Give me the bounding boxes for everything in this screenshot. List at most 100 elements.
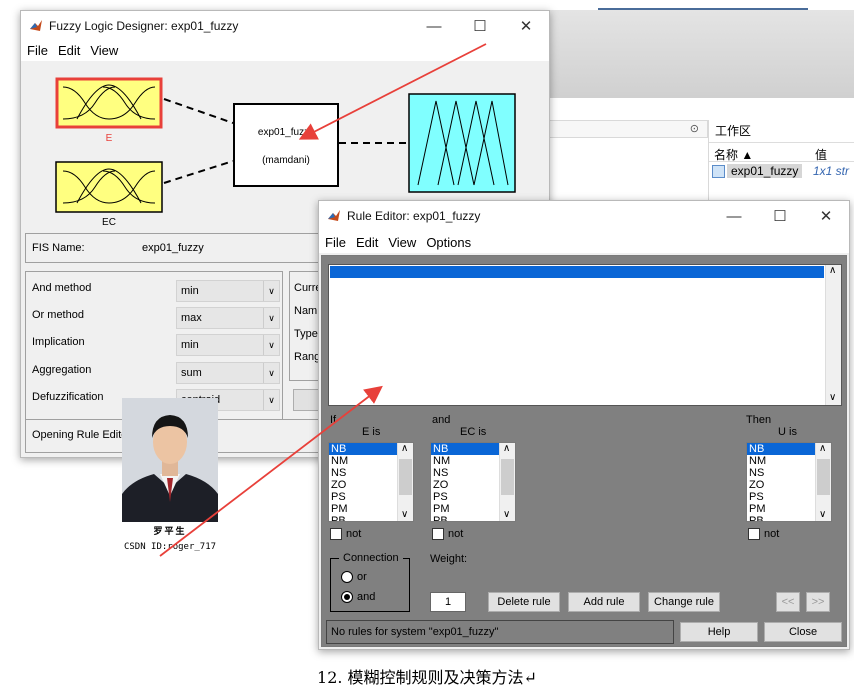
menu-view[interactable]: View bbox=[388, 235, 416, 250]
figure-caption: 12. 模糊控制规则及决策方法↵ bbox=[317, 668, 537, 687]
and-radio[interactable] bbox=[341, 591, 353, 603]
minimize-button[interactable]: — bbox=[711, 201, 757, 231]
change-rule-button[interactable]: Change rule bbox=[648, 592, 720, 612]
chevron-down-icon: ∨ bbox=[263, 308, 279, 328]
maximize-button[interactable]: ☐ bbox=[757, 201, 803, 231]
and-method-select[interactable]: min ∨ bbox=[176, 280, 280, 302]
next-rule-button[interactable]: >> bbox=[806, 592, 830, 612]
re-status-bar: No rules for system "exp01_fuzzy" bbox=[326, 620, 674, 644]
aggregation-select[interactable]: sum ∨ bbox=[176, 362, 280, 384]
chevron-down-icon: ∨ bbox=[263, 335, 279, 355]
u-not-label: not bbox=[764, 528, 780, 540]
scroll-thumb[interactable] bbox=[399, 459, 412, 495]
photo-caption: CSDN ID:roger_717 bbox=[123, 542, 217, 552]
scroll-down-icon[interactable]: ∨ bbox=[503, 509, 510, 521]
col-name-header[interactable]: 名称 ▲ bbox=[714, 146, 753, 163]
rules-list-scrollbar[interactable]: ∧ ∨ bbox=[825, 265, 841, 405]
or-radio-label: or bbox=[357, 571, 367, 583]
photo-signature: 罗平生 bbox=[153, 527, 187, 537]
re-title: Rule Editor: exp01_fuzzy bbox=[347, 209, 481, 223]
re-menubar: File Edit View Options bbox=[319, 231, 849, 253]
scroll-down-icon[interactable]: ∨ bbox=[829, 392, 836, 403]
menu-file[interactable]: File bbox=[27, 43, 48, 58]
re-status-text: No rules for system "exp01_fuzzy" bbox=[331, 626, 499, 638]
close-dialog-button[interactable]: Close bbox=[764, 622, 842, 642]
rule-editor-body: ∧ ∨ If and Then E is EC is U is NB NM NS… bbox=[321, 255, 847, 647]
matlab-toolstrip bbox=[548, 10, 854, 98]
output-u-block[interactable] bbox=[408, 93, 516, 193]
scroll-thumb[interactable] bbox=[501, 459, 514, 495]
input-ec-label: EC bbox=[102, 217, 116, 228]
e-terms-list[interactable]: NB NM NS ZO PS PM PB ∧ ∨ bbox=[328, 442, 414, 522]
rules-list-selected-row[interactable] bbox=[330, 266, 824, 278]
and-radio-label: and bbox=[357, 591, 376, 603]
var-name: exp01_fuzzy bbox=[727, 164, 803, 178]
col-value-header[interactable]: 值 bbox=[815, 146, 827, 163]
ec-terms-list[interactable]: NB NM NS ZO PS PM PB ∧ ∨ bbox=[430, 442, 516, 522]
connection-group: Connection or and bbox=[330, 552, 410, 612]
range-label: Rang bbox=[294, 351, 321, 363]
u-list-scrollbar[interactable]: ∧ ∨ bbox=[815, 443, 831, 521]
scroll-up-icon[interactable]: ∧ bbox=[829, 265, 836, 276]
workspace-var-row[interactable]: exp01_fuzzy 1x1 str bbox=[709, 163, 854, 181]
chevron-down-icon: ∨ bbox=[263, 281, 279, 301]
name-label: Nam bbox=[294, 305, 318, 317]
fld-status-text: Opening Rule Editor bbox=[32, 429, 132, 441]
input-e-block[interactable] bbox=[55, 77, 163, 129]
scroll-down-icon[interactable]: ∨ bbox=[401, 509, 408, 521]
help-button[interactable]: Help bbox=[680, 622, 758, 642]
ec-list-scrollbar[interactable]: ∧ ∨ bbox=[499, 443, 515, 521]
if-label: If bbox=[330, 414, 337, 426]
and-method-label: And method bbox=[32, 282, 92, 294]
scroll-up-icon[interactable]: ∧ bbox=[503, 443, 510, 455]
delete-rule-button[interactable]: Delete rule bbox=[488, 592, 560, 612]
or-radio[interactable] bbox=[341, 571, 353, 583]
minimize-button[interactable]: — bbox=[411, 11, 457, 41]
weight-input[interactable]: 1 bbox=[430, 592, 466, 612]
chevron-down-icon: ∨ bbox=[263, 363, 279, 383]
defuzzification-label: Defuzzification bbox=[32, 391, 104, 403]
implication-label: Implication bbox=[32, 336, 85, 348]
scroll-up-icon[interactable]: ∧ bbox=[819, 443, 826, 455]
ec-not-label: not bbox=[448, 528, 464, 540]
radio-dot bbox=[344, 594, 350, 600]
close-button[interactable]: ✕ bbox=[803, 201, 849, 231]
rule-system-block[interactable]: exp01_fuzzy (mamdani) bbox=[233, 103, 339, 187]
add-rule-button[interactable]: Add rule bbox=[568, 592, 640, 612]
scroll-up-icon[interactable]: ∧ bbox=[401, 443, 408, 455]
then-label: Then bbox=[746, 414, 772, 426]
and-label: and bbox=[432, 414, 451, 426]
matlab-top-rule bbox=[598, 8, 808, 10]
prev-rule-button[interactable]: << bbox=[776, 592, 800, 612]
fld-menubar: File Edit View bbox=[21, 39, 549, 61]
rules-list[interactable]: ∧ ∨ bbox=[328, 264, 842, 406]
e-list-scrollbar[interactable]: ∧ ∨ bbox=[397, 443, 413, 521]
maximize-button[interactable]: ☐ bbox=[457, 11, 503, 41]
system-type: (mamdani) bbox=[262, 155, 310, 166]
scroll-down-icon[interactable]: ∨ bbox=[819, 509, 826, 521]
e-not-checkbox[interactable] bbox=[330, 528, 342, 540]
or-method-select[interactable]: max ∨ bbox=[176, 307, 280, 329]
input-ec-block[interactable] bbox=[55, 161, 163, 213]
ec-not-checkbox[interactable] bbox=[432, 528, 444, 540]
input-e-label: E bbox=[105, 133, 113, 144]
panel-menu-icon[interactable]: ⊙ bbox=[690, 122, 699, 135]
struct-icon bbox=[712, 165, 725, 178]
fld-title: Fuzzy Logic Designer: exp01_fuzzy bbox=[49, 19, 239, 33]
fis-name-value: exp01_fuzzy bbox=[142, 242, 204, 254]
matlab-logo-icon bbox=[30, 20, 42, 31]
system-name: exp01_fuzzy bbox=[257, 127, 315, 138]
menu-file[interactable]: File bbox=[325, 235, 346, 250]
re-titlebar: Rule Editor: exp01_fuzzy — ☐ ✕ bbox=[319, 201, 849, 231]
close-button[interactable]: ✕ bbox=[503, 11, 549, 41]
u-terms-list[interactable]: NB NM NS ZO PS PM PB ∧ ∨ bbox=[746, 442, 832, 522]
rule-editor-window: Rule Editor: exp01_fuzzy — ☐ ✕ File Edit… bbox=[318, 200, 850, 650]
menu-view[interactable]: View bbox=[90, 43, 118, 58]
scroll-thumb[interactable] bbox=[817, 459, 830, 495]
menu-edit[interactable]: Edit bbox=[58, 43, 80, 58]
e-not-label: not bbox=[346, 528, 362, 540]
u-not-checkbox[interactable] bbox=[748, 528, 760, 540]
menu-edit[interactable]: Edit bbox=[356, 235, 378, 250]
menu-options[interactable]: Options bbox=[426, 235, 471, 250]
implication-select[interactable]: min ∨ bbox=[176, 334, 280, 356]
